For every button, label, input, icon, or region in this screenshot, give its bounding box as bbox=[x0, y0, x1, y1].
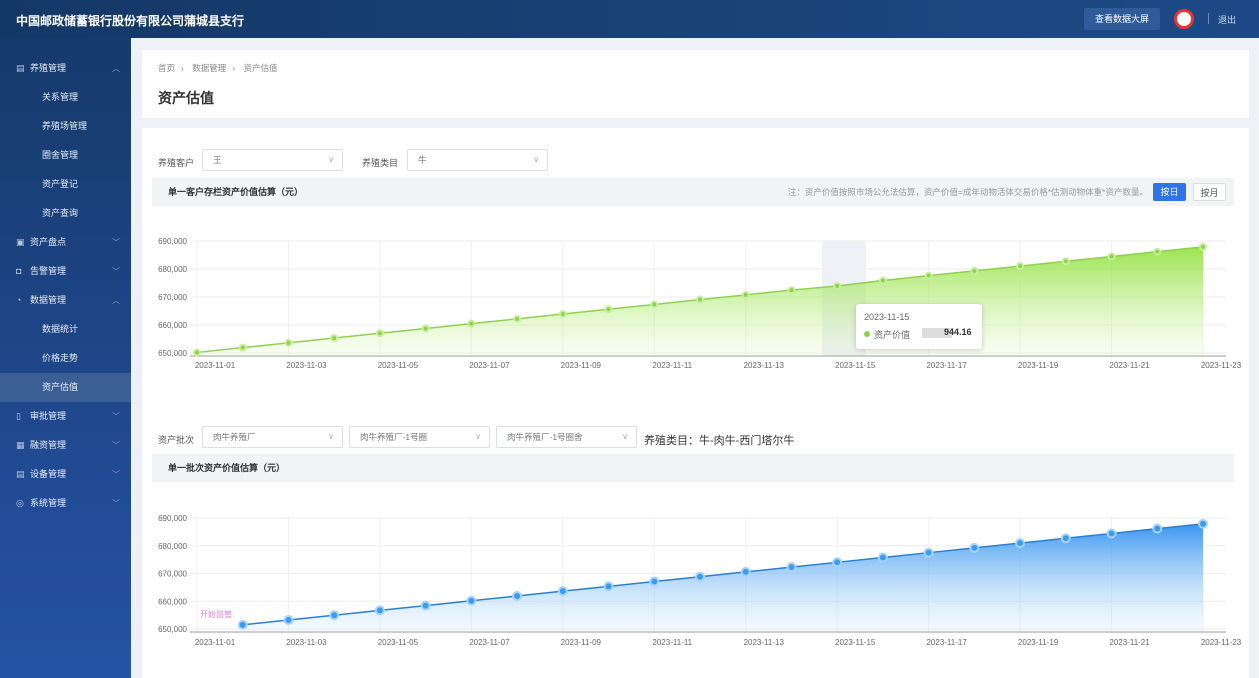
data-point[interactable] bbox=[557, 586, 568, 597]
data-point[interactable] bbox=[924, 271, 933, 280]
data-point[interactable] bbox=[695, 571, 705, 582]
data-point[interactable] bbox=[1152, 523, 1163, 534]
y-tick-label: 680,000 bbox=[158, 265, 187, 274]
data-point[interactable] bbox=[330, 334, 339, 343]
y-tick-label: 690,000 bbox=[158, 514, 187, 523]
data-point[interactable] bbox=[420, 600, 431, 611]
data-point[interactable] bbox=[558, 310, 567, 319]
x-tick-label: 2023-11-17 bbox=[926, 361, 967, 370]
data-point[interactable] bbox=[284, 338, 293, 347]
y-tick-label: 660,000 bbox=[158, 597, 187, 606]
x-tick-label: 2023-11-07 bbox=[469, 638, 510, 647]
y-tick-label: 670,000 bbox=[158, 570, 187, 579]
y-tick-label: 680,000 bbox=[158, 542, 187, 551]
x-tick-label: 2023-11-01 bbox=[195, 361, 236, 370]
data-point[interactable] bbox=[787, 286, 796, 295]
x-tick-label: 2023-11-17 bbox=[926, 638, 967, 647]
data-point[interactable] bbox=[1107, 252, 1116, 261]
x-tick-label: 2023-11-21 bbox=[1109, 638, 1150, 647]
y-tick-label: 660,000 bbox=[158, 321, 187, 330]
legend-dot-icon bbox=[864, 331, 870, 337]
x-tick-label: 2023-11-15 bbox=[835, 638, 876, 647]
data-point[interactable] bbox=[786, 562, 797, 573]
data-point[interactable] bbox=[1199, 242, 1207, 251]
data-point[interactable] bbox=[604, 305, 613, 314]
data-point[interactable] bbox=[421, 324, 430, 333]
data-point[interactable] bbox=[513, 314, 522, 323]
data-point[interactable] bbox=[467, 319, 476, 328]
y-tick-label: 690,000 bbox=[158, 237, 187, 246]
data-point[interactable] bbox=[1198, 518, 1208, 529]
x-tick-label: 2023-11-23 bbox=[1201, 361, 1242, 370]
tooltip-series: 资产价值 bbox=[874, 330, 911, 340]
y-tick-label: 650,000 bbox=[158, 625, 187, 634]
x-tick-label: 2023-11-13 bbox=[744, 361, 785, 370]
data-point[interactable] bbox=[283, 615, 294, 626]
x-tick-label: 2023-11-15 bbox=[835, 361, 876, 370]
data-point[interactable] bbox=[923, 547, 934, 558]
data-point[interactable] bbox=[193, 348, 201, 357]
x-tick-label: 2023-11-05 bbox=[378, 638, 419, 647]
data-point[interactable] bbox=[649, 576, 660, 587]
data-point[interactable] bbox=[238, 343, 247, 352]
data-point[interactable] bbox=[650, 300, 659, 309]
data-point[interactable] bbox=[375, 329, 384, 338]
tooltip-value: 944.16 bbox=[944, 327, 972, 337]
data-point[interactable] bbox=[833, 281, 842, 290]
data-point[interactable] bbox=[740, 566, 751, 577]
data-point[interactable] bbox=[512, 590, 523, 601]
x-tick-label: 2023-11-07 bbox=[469, 361, 510, 370]
data-point[interactable] bbox=[1153, 247, 1162, 256]
data-point[interactable] bbox=[466, 595, 477, 606]
x-tick-label: 2023-11-19 bbox=[1018, 361, 1059, 370]
data-point[interactable] bbox=[741, 290, 750, 299]
data-point[interactable] bbox=[877, 552, 888, 563]
start-supervision-annotation: 开始监管 bbox=[200, 609, 232, 619]
y-tick-label: 670,000 bbox=[158, 293, 187, 302]
series-area bbox=[242, 523, 1203, 632]
data-point[interactable] bbox=[1106, 528, 1117, 539]
x-tick-label: 2023-11-13 bbox=[744, 638, 785, 647]
data-point[interactable] bbox=[329, 610, 340, 621]
data-point[interactable] bbox=[970, 266, 979, 275]
x-tick-label: 2023-11-19 bbox=[1018, 638, 1059, 647]
x-tick-label: 2023-11-03 bbox=[286, 638, 327, 647]
data-point[interactable] bbox=[1061, 257, 1070, 266]
data-point[interactable] bbox=[696, 295, 704, 304]
chart-tooltip: 2023-11-15 资产价值 944.16 bbox=[856, 304, 982, 349]
x-tick-label: 2023-11-01 bbox=[195, 638, 236, 647]
x-tick-label: 2023-11-09 bbox=[561, 638, 602, 647]
tooltip-date: 2023-11-15 bbox=[864, 312, 910, 322]
y-tick-label: 650,000 bbox=[158, 349, 187, 358]
data-point[interactable] bbox=[1060, 533, 1071, 544]
x-tick-label: 2023-11-11 bbox=[652, 638, 692, 647]
data-point[interactable] bbox=[1015, 538, 1026, 549]
data-point[interactable] bbox=[374, 605, 385, 616]
data-point[interactable] bbox=[832, 557, 843, 568]
x-tick-label: 2023-11-03 bbox=[286, 361, 327, 370]
customer-asset-chart: 650,000 660,000 670,000 680,000 690,000 2023-… bbox=[158, 237, 1242, 647]
data-point[interactable] bbox=[237, 619, 248, 630]
x-tick-label: 2023-11-11 bbox=[652, 361, 692, 370]
x-tick-label: 2023-11-23 bbox=[1201, 638, 1242, 647]
data-point[interactable] bbox=[1016, 262, 1025, 271]
data-point[interactable] bbox=[878, 276, 887, 285]
x-tick-label: 2023-11-05 bbox=[378, 361, 419, 370]
x-tick-label: 2023-11-21 bbox=[1109, 361, 1150, 370]
data-point[interactable] bbox=[969, 542, 980, 553]
data-point[interactable] bbox=[603, 581, 614, 592]
x-tick-label: 2023-11-09 bbox=[561, 361, 602, 370]
